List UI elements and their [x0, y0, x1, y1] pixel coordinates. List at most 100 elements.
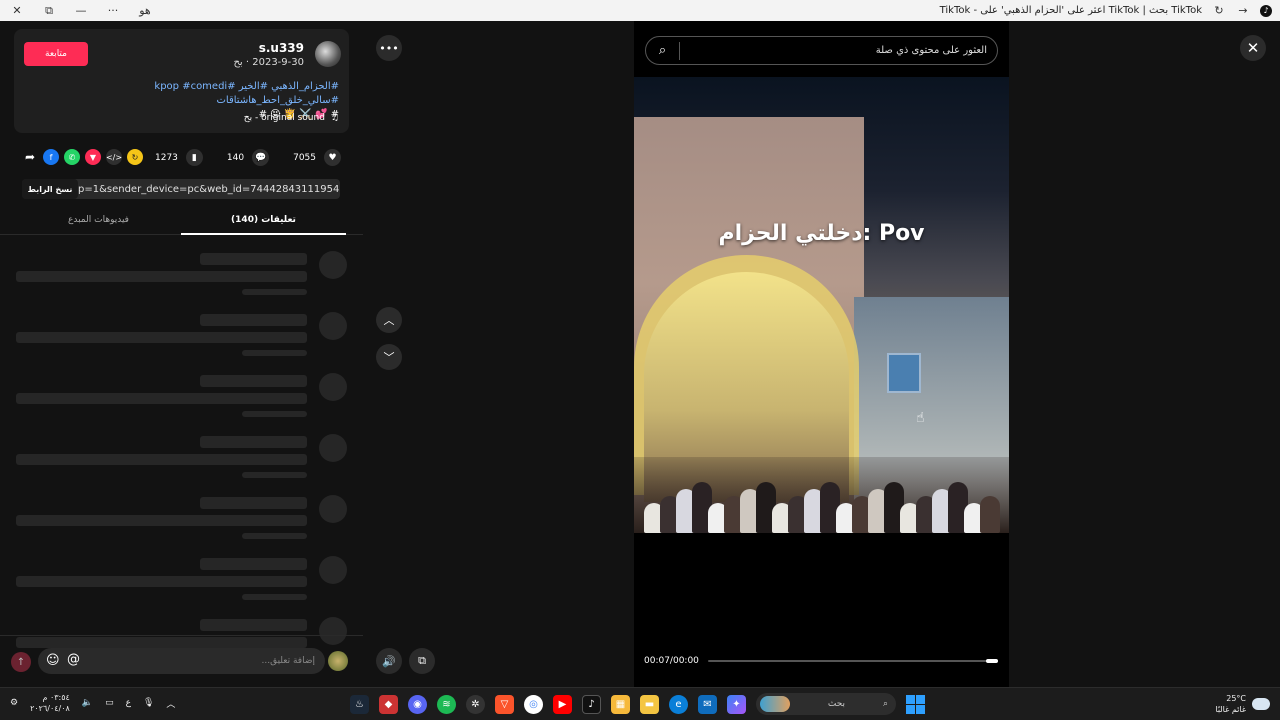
back-icon[interactable]: →: [1236, 4, 1250, 18]
actions-row: ➦ f ✆ ▼ </> ↻ 1273 ▮ 140 💬 7055 ♥: [0, 145, 363, 169]
comment-bar: ↑ ☺ @: [0, 635, 363, 687]
tab-creator-videos[interactable]: فيديوهات المبدع: [16, 215, 181, 225]
comment-skeleton-row: [0, 373, 363, 423]
gear-icon[interactable]: ⚙: [10, 698, 18, 708]
previous-video-button[interactable]: ︿: [376, 307, 402, 333]
windows-taskbar: ⚙ ٠٣:٥٤ م ٢٠٢٦/٠٤/٠٨ 🔈 ▭ ع 🎙 ︿ ♨ ◆ ◉ ≋ ✲…: [0, 687, 1280, 720]
edge-icon[interactable]: e: [669, 694, 688, 714]
close-window-button[interactable]: ✕: [10, 4, 24, 18]
clock[interactable]: ٠٣:٥٤ م ٢٠٢٦/٠٤/٠٨: [30, 692, 70, 714]
volume-icon[interactable]: 🔊: [376, 648, 402, 674]
weather-widget[interactable]: 25°C غائم غالبًا: [1215, 693, 1270, 715]
heart-icon[interactable]: ♥: [324, 149, 341, 166]
taskbar-search-icon: ⌕: [882, 699, 888, 709]
mention-icon[interactable]: @: [67, 652, 80, 667]
user-avatar: [328, 651, 348, 671]
music-note-icon: ♫: [330, 113, 339, 123]
search-icon[interactable]: ⌕: [646, 41, 680, 60]
taskbar-search-label: بحث: [827, 699, 846, 709]
video-progress-bar[interactable]: [708, 659, 998, 663]
saves-count: 1273: [155, 152, 178, 163]
search-highlight-icon: [760, 696, 790, 712]
caption-line-1[interactable]: #الحزام_الذهبي #الخير #kpop #comedi #سال…: [39, 80, 339, 108]
tiktok-app-icon[interactable]: ♪: [582, 694, 601, 714]
sound-name[interactable]: original sound - ﺑﺢ: [244, 113, 325, 123]
whatsapp-icon[interactable]: ✆: [64, 149, 80, 165]
comment-skeleton-row: [0, 556, 363, 606]
embed-icon[interactable]: </>: [106, 149, 122, 165]
screen: ✕ ⧉ — ··· ﻫﻮ TikTok بحث | TikTok اعثر عل…: [0, 0, 1280, 720]
language-indicator[interactable]: ع: [126, 698, 131, 708]
comment-skeleton-row: [0, 312, 363, 362]
post-date: 2023-9-30 · ﺑﺢ: [233, 57, 304, 68]
steam-icon[interactable]: ♨: [350, 694, 369, 714]
microphone-icon[interactable]: 🎙: [143, 698, 154, 708]
likes-count: 7055: [293, 152, 316, 163]
comments-count: 140: [226, 152, 245, 163]
tiktok-logo-icon: ♪: [1260, 4, 1272, 17]
next-video-button[interactable]: ﹀: [376, 344, 402, 370]
comment-skeleton-row: [0, 495, 363, 545]
game-app-icon[interactable]: ◆: [379, 694, 398, 714]
folder-icon[interactable]: ▬: [640, 694, 659, 714]
youtube-icon[interactable]: ▶: [553, 694, 572, 714]
send-icon[interactable]: ▼: [85, 149, 101, 165]
copy-link-button[interactable]: نسخ الرابط: [22, 179, 78, 199]
more-options-button[interactable]: ···: [106, 4, 120, 18]
windows-start-icon[interactable]: [906, 694, 925, 714]
discord-icon[interactable]: ◉: [408, 694, 427, 714]
author-username[interactable]: s.u339: [259, 41, 304, 55]
steelseries-icon[interactable]: ✲: [466, 694, 485, 714]
comment-skeleton-row: [0, 251, 363, 301]
outlook-icon[interactable]: ✉: [698, 694, 717, 714]
video-frame-image: [634, 77, 1009, 533]
browser-titlebar: ✕ ⧉ — ··· ﻫﻮ TikTok بحث | TikTok اعثر عل…: [0, 0, 1280, 21]
cloud-icon: [1252, 698, 1270, 710]
share-icons: ➦ f ✆ ▼ </> ↻: [22, 149, 143, 165]
chrome-icon[interactable]: ◎: [524, 694, 543, 714]
brave-icon[interactable]: ▽: [495, 694, 514, 714]
details-panel: متابعة s.u339 2023-9-30 · ﺑﺢ #الحزام_الذ…: [0, 21, 363, 687]
network-icon[interactable]: ▭: [105, 698, 114, 708]
tabs: فيديوهات المبدع تعليقات (140): [0, 211, 363, 235]
video-timecode: 00:07/00:00: [644, 656, 699, 666]
picture-in-picture-icon[interactable]: ⧉: [409, 648, 435, 674]
comment-input[interactable]: [38, 648, 325, 674]
stats: 1273 ▮ 140 💬 7055 ♥: [155, 149, 341, 166]
video-player[interactable]: دخلتي الحزام: Pov ⌕ العثور على محتوى ذي …: [634, 21, 1009, 687]
video-overlay-text: دخلتي الحزام: Pov: [718, 221, 925, 246]
speaker-icon[interactable]: 🔈: [82, 698, 93, 708]
restore-window-button[interactable]: ⧉: [42, 4, 56, 18]
active-tab-indicator: [181, 233, 346, 235]
facebook-icon[interactable]: f: [43, 149, 59, 165]
repost-icon[interactable]: ↻: [127, 149, 143, 165]
minimize-window-button[interactable]: —: [74, 4, 88, 18]
system-tray: ⚙ ٠٣:٥٤ م ٢٠٢٦/٠٤/٠٨ 🔈 ▭ ع 🎙 ︿: [10, 692, 175, 714]
share-link-row: نسخ الرابط p=1&sender_device=pc&web_id=7…: [22, 179, 340, 199]
share-arrow-icon[interactable]: ➦: [22, 149, 38, 165]
more-menu-button[interactable]: •••: [376, 35, 402, 61]
chevron-up-icon[interactable]: ︿: [166, 697, 175, 710]
tab-comments[interactable]: تعليقات (140): [181, 215, 346, 225]
bookmark-icon[interactable]: ▮: [185, 149, 203, 166]
comment-skeleton-row: [0, 434, 363, 484]
author-avatar[interactable]: [315, 41, 341, 67]
related-search-text[interactable]: العثور على محتوى ذي صلة: [680, 45, 997, 56]
copilot-icon[interactable]: ✦: [727, 694, 746, 714]
follow-button[interactable]: متابعة: [24, 42, 88, 66]
close-video-button[interactable]: ✕: [1240, 35, 1266, 61]
spotify-icon[interactable]: ≋: [437, 694, 456, 714]
author-card: متابعة s.u339 2023-9-30 · ﺑﺢ #الحزام_الذ…: [14, 29, 349, 133]
post-comment-button[interactable]: ↑: [11, 652, 31, 672]
comment-icon[interactable]: 💬: [252, 149, 270, 166]
share-link-text[interactable]: p=1&sender_device=pc&web_id=744428431119…: [78, 184, 340, 195]
refresh-icon[interactable]: ↻: [1212, 4, 1226, 18]
taskbar-apps: ♨ ◆ ◉ ≋ ✲ ▽ ◎ ▶ ♪ ▦ ▬ e ✉ ✦ بحث ⌕: [350, 693, 925, 715]
translate-icon[interactable]: ﻫﻮ: [138, 4, 152, 18]
tab-title: TikTok بحث | TikTok اعثر على 'الحزام الذ…: [939, 5, 1202, 16]
taskbar-search[interactable]: بحث ⌕: [756, 693, 896, 715]
store-icon[interactable]: ▦: [611, 694, 630, 714]
sound-link[interactable]: ♫ original sound - ﺑﺢ: [244, 113, 339, 123]
emoji-icon[interactable]: ☺: [46, 653, 60, 668]
related-search-box[interactable]: ⌕ العثور على محتوى ذي صلة: [645, 36, 998, 65]
